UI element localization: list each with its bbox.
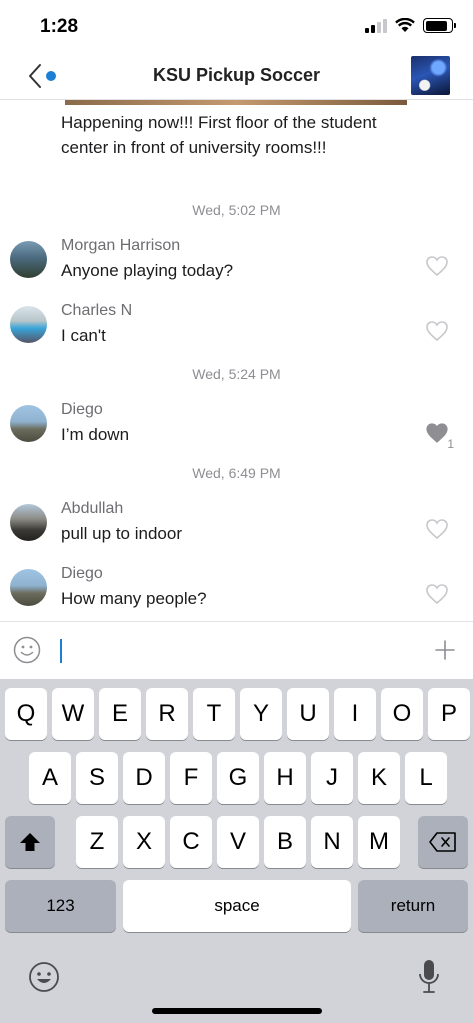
heart-icon[interactable] xyxy=(425,518,449,540)
group-avatar[interactable] xyxy=(411,56,450,95)
shared-image[interactable] xyxy=(65,100,407,105)
key-b[interactable]: B xyxy=(264,816,306,868)
numbers-key[interactable]: 123 xyxy=(5,880,116,932)
avatar[interactable] xyxy=(10,569,47,606)
avatar[interactable] xyxy=(10,405,47,442)
message-row: Morgan Harrison Anyone playing today? xyxy=(0,237,473,295)
key-i[interactable]: I xyxy=(334,688,376,740)
home-indicator[interactable] xyxy=(152,1008,322,1014)
message-row: Charles N I can't xyxy=(0,302,473,360)
heart-filled-icon[interactable] xyxy=(425,422,449,444)
sender-name[interactable]: Diego xyxy=(61,401,103,419)
message-text: Happening now!!! First floor of the stud… xyxy=(61,113,377,157)
key-e[interactable]: E xyxy=(99,688,141,740)
message-composer xyxy=(0,621,473,679)
key-r[interactable]: R xyxy=(146,688,188,740)
status-icons xyxy=(365,18,456,33)
message-row: Diego I’m down 1 xyxy=(0,401,473,459)
key-s[interactable]: S xyxy=(76,752,118,804)
key-f[interactable]: F xyxy=(170,752,212,804)
smiley-icon[interactable] xyxy=(13,636,41,664)
key-l[interactable]: L xyxy=(405,752,447,804)
key-y[interactable]: Y xyxy=(240,688,282,740)
key-x[interactable]: X xyxy=(123,816,165,868)
key-h[interactable]: H xyxy=(264,752,306,804)
microphone-icon[interactable] xyxy=(418,959,440,995)
key-d[interactable]: D xyxy=(123,752,165,804)
key-w[interactable]: W xyxy=(52,688,94,740)
key-n[interactable]: N xyxy=(311,816,353,868)
cellular-signal-icon xyxy=(365,18,387,33)
space-key[interactable]: space xyxy=(123,880,351,932)
battery-icon xyxy=(423,18,456,33)
timestamp: Wed, 5:24 PM xyxy=(192,366,281,382)
heart-icon[interactable] xyxy=(425,583,449,605)
return-key[interactable]: return xyxy=(358,880,468,932)
sender-name[interactable]: Diego xyxy=(61,565,103,583)
message-text: How many people? xyxy=(61,589,207,608)
key-a[interactable]: A xyxy=(29,752,71,804)
heart-icon[interactable] xyxy=(425,255,449,277)
page-title: KSU Pickup Soccer xyxy=(152,65,321,85)
shift-icon xyxy=(20,833,40,851)
message-text: pull up to indoor xyxy=(61,524,182,543)
sender-name[interactable]: Abdullah xyxy=(61,500,123,518)
key-j[interactable]: J xyxy=(311,752,353,804)
key-g[interactable]: G xyxy=(217,752,259,804)
chat-feed[interactable]: Happening now!!! First floor of the stud… xyxy=(0,100,473,621)
message-row: Abdullah pull up to indoor xyxy=(0,500,473,558)
shift-key[interactable] xyxy=(5,816,55,868)
wifi-icon xyxy=(395,18,415,32)
message-row: Diego How many people? xyxy=(0,565,473,621)
key-u[interactable]: U xyxy=(287,688,329,740)
key-o[interactable]: O xyxy=(381,688,423,740)
status-bar: 1:28 xyxy=(0,0,473,52)
sender-name[interactable]: Charles N xyxy=(61,302,132,320)
keyboard: 123 space return QWERTYUIOP ASDFGHJKL ZXCV… xyxy=(0,679,473,1023)
heart-icon[interactable] xyxy=(425,320,449,342)
key-m[interactable]: M xyxy=(358,816,400,868)
key-q[interactable]: Q xyxy=(5,688,47,740)
emoji-keyboard-icon[interactable] xyxy=(28,961,60,993)
backspace-key[interactable] xyxy=(418,816,468,868)
battery-fill xyxy=(425,20,447,31)
key-v[interactable]: V xyxy=(217,816,259,868)
timestamp: Wed, 6:49 PM xyxy=(192,465,281,481)
message-input[interactable] xyxy=(56,636,416,666)
key-z[interactable]: Z xyxy=(76,816,118,868)
nav-bar: KSU Pickup Soccer xyxy=(0,52,473,100)
key-t[interactable]: T xyxy=(193,688,235,740)
avatar[interactable] xyxy=(10,504,47,541)
status-time: 1:28 xyxy=(40,16,79,37)
message-text: I’m down xyxy=(61,425,130,444)
like-count: 1 xyxy=(447,437,454,451)
timestamp: Wed, 5:02 PM xyxy=(192,202,281,218)
sender-name[interactable]: Morgan Harrison xyxy=(61,237,180,255)
avatar[interactable] xyxy=(10,306,47,343)
avatar[interactable] xyxy=(10,241,47,278)
key-p[interactable]: P xyxy=(428,688,470,740)
key-k[interactable]: K xyxy=(358,752,400,804)
plus-icon[interactable] xyxy=(433,638,457,662)
message-text: I can't xyxy=(61,326,106,345)
message-text: Anyone playing today? xyxy=(61,261,234,280)
text-cursor xyxy=(60,639,62,663)
key-c[interactable]: C xyxy=(170,816,212,868)
backspace-icon xyxy=(429,832,456,852)
